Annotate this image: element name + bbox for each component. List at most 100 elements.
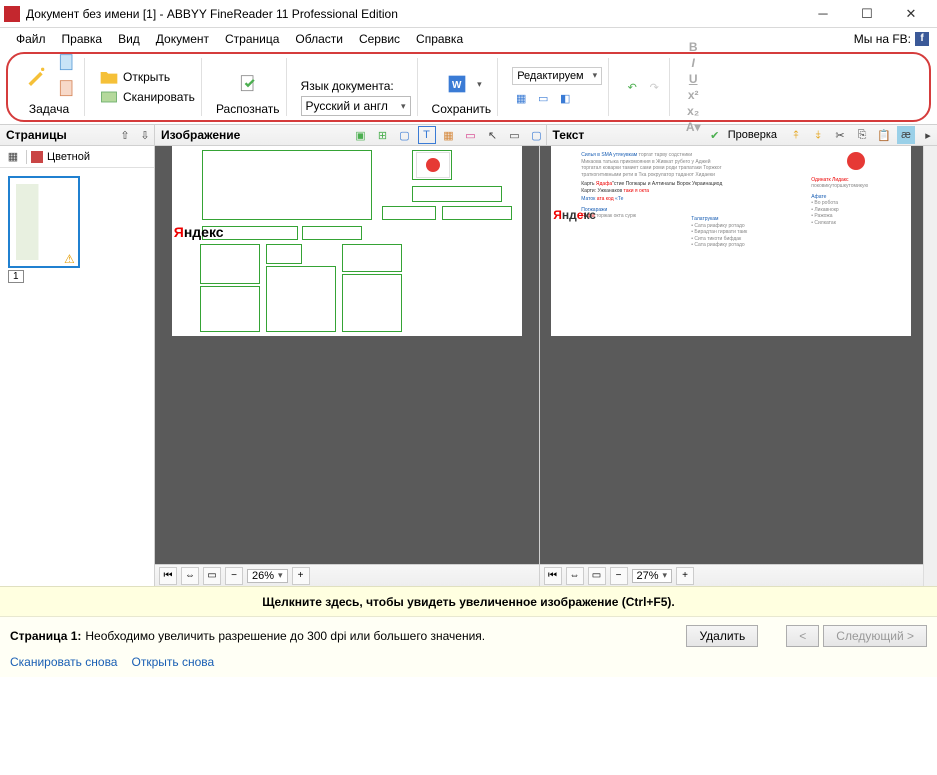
recognize-icon[interactable]	[232, 68, 264, 100]
eraser-area-icon[interactable]: ▭	[506, 126, 524, 144]
prev-button[interactable]: <	[786, 625, 819, 647]
zoom-text-value[interactable]: 27%▾	[632, 569, 673, 583]
tool-image-icon[interactable]: ▭	[534, 89, 552, 107]
nav-first2-icon[interactable]: ⏮	[544, 567, 562, 585]
menu-edit[interactable]: Правка	[54, 30, 111, 48]
facebook-icon[interactable]: f	[915, 32, 929, 46]
zoom-in-icon[interactable]: +	[292, 567, 310, 585]
warning-icon: ⚠	[64, 252, 76, 264]
text-content-block: Силья в SMA утянувкам торгат тарву содст…	[581, 152, 751, 220]
next-button[interactable]: Следующий >	[823, 625, 927, 647]
nav-first-icon[interactable]: ⏮	[159, 567, 177, 585]
vertical-scrollbar[interactable]	[923, 146, 937, 586]
save-label: Сохранить	[432, 102, 492, 116]
edit-mode-select[interactable]: Редактируем ▾	[512, 67, 602, 85]
undo-icon[interactable]: ↶	[623, 78, 641, 96]
text-area-icon[interactable]: ▢	[396, 126, 414, 144]
task-wand-icon[interactable]	[20, 60, 52, 92]
picture-area-icon[interactable]: ▭	[462, 126, 480, 144]
italic-button[interactable]: I	[684, 56, 702, 70]
page-thumbnail[interactable]: ⚠	[8, 176, 80, 268]
open-label: Открыть	[123, 70, 170, 84]
table-area-icon[interactable]: ▦	[440, 126, 458, 144]
minimize-button[interactable]: ─	[801, 0, 845, 28]
text-page-canvas[interactable]: Силья в SMA утянувкам торгат тарву содст…	[551, 146, 911, 336]
menu-file[interactable]: Файл	[8, 30, 54, 48]
warning-bar: Страница 1: Необходимо увеличить разреше…	[0, 616, 937, 677]
hint-bar[interactable]: Щелкните здесь, чтобы увидеть увеличенно…	[0, 586, 937, 616]
maximize-button[interactable]: ☐	[845, 0, 889, 28]
check-label: Проверка	[728, 129, 777, 141]
tool-crop-icon[interactable]: ▦	[512, 89, 530, 107]
subscript-button[interactable]: x₂	[684, 104, 702, 118]
zoom-in2-icon[interactable]: +	[676, 567, 694, 585]
menu-service[interactable]: Сервис	[351, 30, 408, 48]
chevron-down-icon: ▾	[593, 70, 598, 82]
delete-button[interactable]: Удалить	[686, 625, 758, 647]
expand-icon[interactable]: ▸	[919, 126, 937, 144]
warning-page-label: Страница 1:	[10, 629, 81, 643]
menubar: Файл Правка Вид Документ Страница Област…	[0, 28, 937, 50]
bold-button[interactable]: B	[684, 40, 702, 54]
svg-text:W: W	[452, 80, 462, 91]
fb-label: Мы на FB:	[854, 32, 911, 46]
redo-icon[interactable]: ↷	[645, 78, 663, 96]
pdf-icon[interactable]	[56, 78, 78, 100]
fit-page-icon[interactable]: ▭	[203, 567, 221, 585]
tool-eraser-icon[interactable]: ◧	[556, 89, 574, 107]
close-button[interactable]: ✕	[889, 0, 933, 28]
warning-message: Необходимо увеличить разрешение до 300 d…	[85, 629, 485, 643]
zoom-image-value[interactable]: 26%▾	[247, 569, 288, 583]
zoom-out-icon[interactable]: −	[225, 567, 243, 585]
menu-document[interactable]: Документ	[148, 30, 217, 48]
lang-select[interactable]: Русский и англ ▾	[301, 96, 411, 116]
open-again-link[interactable]: Открыть снова	[131, 655, 214, 669]
prev-error-icon[interactable]: ⤉	[787, 126, 805, 144]
task-label: Задача	[29, 102, 69, 116]
check-icon[interactable]: ✔	[706, 126, 724, 144]
chevron-down-icon: ▾	[401, 101, 406, 112]
copy-icon[interactable]: ⎘	[853, 126, 871, 144]
fit-width2-icon[interactable]: ⇔	[566, 567, 584, 585]
paste-icon[interactable]: 📋	[875, 126, 893, 144]
underline-button[interactable]: U	[684, 72, 702, 86]
window-title: Документ без имени [1] - ABBYY FineReade…	[26, 7, 801, 21]
recognize-label: Распознать	[216, 102, 280, 116]
thumb-mode-icon[interactable]: ▦	[4, 148, 22, 166]
app-icon	[4, 6, 20, 22]
pages-panel-title: Страницы	[6, 128, 67, 142]
page-up-icon[interactable]: ⇧	[116, 126, 134, 144]
add-area-icon[interactable]: ▢	[528, 126, 546, 144]
page-down-icon[interactable]: ⇩	[136, 126, 154, 144]
recognize-area-icon[interactable]: ▣	[352, 126, 370, 144]
menu-areas[interactable]: Области	[287, 30, 351, 48]
special-char-icon[interactable]: æ	[897, 126, 915, 144]
scan-again-link[interactable]: Сканировать снова	[10, 655, 117, 669]
font-button[interactable]: A▾	[684, 120, 702, 134]
fit-page2-icon[interactable]: ▭	[588, 567, 606, 585]
fit-width-icon[interactable]: ⇔	[181, 567, 199, 585]
open-button[interactable]: Открыть	[99, 67, 170, 87]
color-icon	[31, 151, 43, 163]
lang-label: Язык документа:	[301, 79, 411, 93]
text-tool-icon[interactable]: T	[418, 126, 436, 144]
image-page-canvas[interactable]: Яндекс	[172, 146, 522, 336]
scan-button[interactable]: Сканировать	[99, 87, 195, 107]
menu-page[interactable]: Страница	[217, 30, 287, 48]
menu-view[interactable]: Вид	[110, 30, 148, 48]
cut-icon[interactable]: ✂	[831, 126, 849, 144]
save-word-icon[interactable]: W	[441, 68, 473, 100]
zoom-out2-icon[interactable]: −	[610, 567, 628, 585]
color-label: Цветной	[47, 151, 90, 163]
next-error-icon[interactable]: ⤈	[809, 126, 827, 144]
save-dropdown-icon[interactable]: ▾	[477, 79, 482, 90]
select-icon[interactable]: ↖	[484, 126, 502, 144]
menu-help[interactable]: Справка	[408, 30, 471, 48]
lang-value: Русский и англ	[306, 99, 388, 113]
analysis-icon[interactable]: ⊞	[374, 126, 392, 144]
superscript-button[interactable]: x²	[684, 88, 702, 102]
page-icon[interactable]	[56, 52, 78, 74]
yandex-logo: Яндекс	[174, 224, 224, 240]
main-toolbar: Задача Открыть Сканировать Распознать Яз…	[6, 52, 931, 122]
text-panel-title: Текст	[553, 128, 585, 142]
